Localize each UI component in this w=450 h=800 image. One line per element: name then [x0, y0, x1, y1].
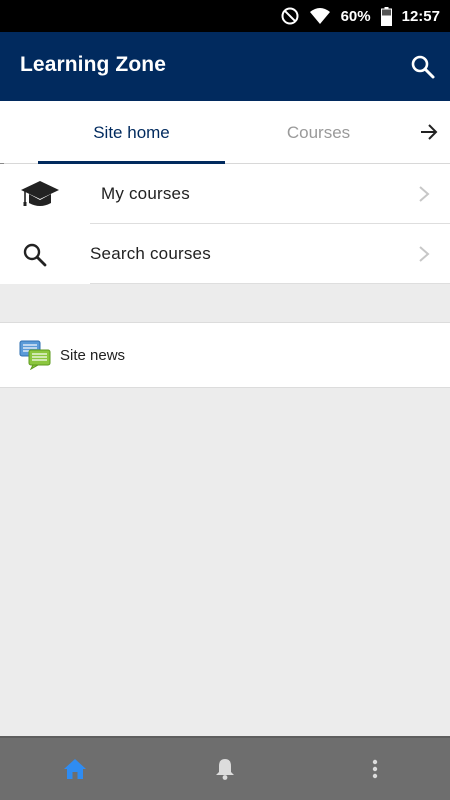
status-bar: 60% 12:57 — [0, 0, 450, 32]
chevron-right-icon — [419, 186, 430, 202]
tab-site-home[interactable]: Site home — [38, 101, 225, 164]
more-vertical-icon — [372, 759, 378, 779]
menu-item-label: Search courses — [90, 244, 211, 263]
nav-notifications-button[interactable] — [212, 756, 238, 782]
search-icon — [411, 55, 435, 79]
tabs-next-button[interactable] — [418, 121, 440, 143]
site-news-label: Site news — [60, 346, 126, 364]
bottom-nav — [0, 736, 450, 800]
nav-more-button[interactable] — [362, 756, 388, 782]
search-icon — [23, 243, 47, 267]
do-not-disturb-icon — [281, 7, 299, 25]
tab-bar: Site home Courses — [0, 101, 450, 164]
menu-item-search-courses[interactable]: Search courses — [0, 224, 450, 284]
menu-item-my-courses[interactable]: My courses — [0, 164, 450, 224]
tab-courses[interactable]: Courses — [225, 101, 412, 164]
nav-home-button[interactable] — [62, 756, 88, 782]
site-news-item[interactable]: Site news — [0, 322, 450, 388]
clock: 12:57 — [401, 7, 440, 25]
app-bar: Learning Zone — [0, 32, 450, 101]
status-icons: 60% 12:57 — [281, 0, 440, 32]
search-button[interactable] — [410, 54, 436, 80]
forum-chat-icon — [19, 340, 51, 370]
battery-percent: 60% — [340, 7, 371, 25]
home-icon — [64, 759, 86, 779]
bell-icon — [216, 759, 234, 780]
chevron-right-icon — [419, 246, 430, 262]
battery-icon — [380, 6, 392, 26]
arrow-right-icon — [421, 124, 438, 140]
menu-item-label: My courses — [101, 184, 190, 203]
app-title: Learning Zone — [20, 53, 166, 76]
wifi-icon — [309, 7, 331, 25]
graduation-cap-icon — [21, 181, 59, 206]
divider — [90, 283, 450, 284]
main-menu: My courses Search courses — [0, 164, 450, 284]
